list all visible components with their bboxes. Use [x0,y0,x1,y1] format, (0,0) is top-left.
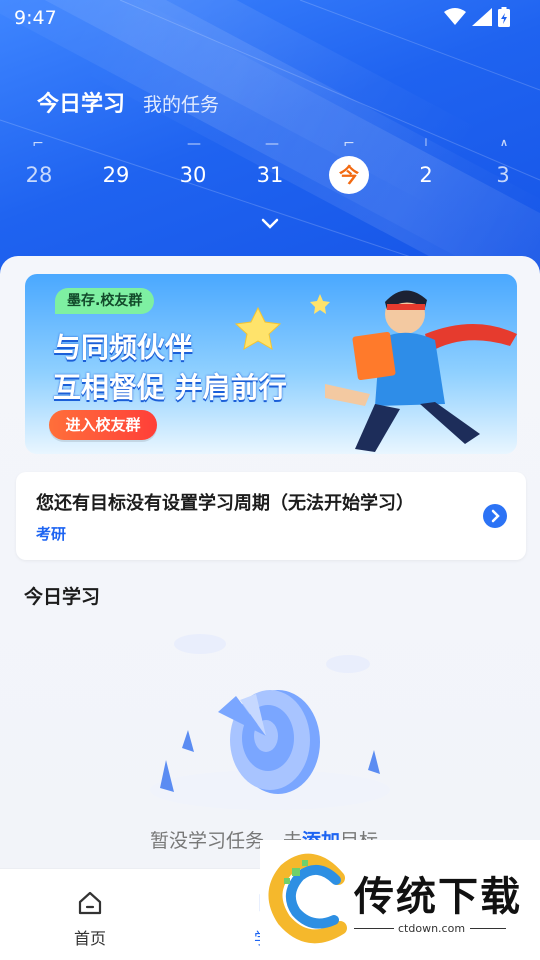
date-item[interactable]: 2 [406,156,446,194]
today-study-title: 今日学习 [24,586,101,608]
weekday-row: ⌐ — — ⌐ ⊥ ∧ [0,138,540,150]
signal-icon [472,8,492,26]
notice-title: 您还有目标没有设置学习周期（无法开始学习） [36,493,414,514]
watermark-brand: 传统下载 [354,874,522,920]
banner-headline-1: 与同频伙伴 [53,331,194,364]
watermark-divider [470,928,506,929]
join-group-button[interactable]: 进入校友群 [49,410,157,440]
weekday-decor: — [187,138,201,146]
alumni-group-banner[interactable]: 墨存.校友群 与同频伙伴 互相督促 并肩前行 进入校友群 [25,274,517,454]
date-item[interactable]: 30 [173,156,213,194]
weekday-decor: ⌐ [32,138,44,146]
banner-chip: 墨存.校友群 [55,288,155,314]
tab-today-study[interactable]: 今日学习 [37,86,125,118]
tab-my-tasks[interactable]: 我的任务 [143,90,219,117]
weekday-decor: ⌐ [343,138,355,146]
date-item[interactable]: 29 [96,156,136,194]
chevron-right-icon[interactable] [483,504,507,528]
date-item-today[interactable]: 今 [329,156,369,194]
banner-headline-2: 互相督促 并肩前行 [53,371,287,404]
status-bar: 9:47 [0,0,540,36]
date-strip: 28 29 30 31 今 2 3 [0,156,540,196]
nav-home-label: 首页 [73,929,106,948]
battery-icon [498,7,510,27]
date-item[interactable]: 28 [19,156,59,194]
target-illustration [150,634,390,810]
watermark-divider [354,928,394,929]
weekday-decor: — [265,138,279,146]
date-item[interactable]: 3 [483,156,523,194]
wifi-icon [444,8,466,25]
watermark-emblem [268,853,347,944]
date-item[interactable]: 31 [250,156,290,194]
status-time: 9:47 [14,7,57,29]
watermark-site: ctdown.com [398,922,466,935]
watermark-logo: 传统下载 ctdown.com [260,840,540,960]
header-hero [0,0,540,300]
hero-decoration [0,0,540,300]
weekday-decor: ∧ [498,138,510,146]
weekday-decor: ⊥ [419,138,433,146]
study-period-notice[interactable]: 您还有目标没有设置学习周期（无法开始学习） 考研 [16,472,526,560]
status-icons [444,7,510,27]
nav-home[interactable]: 首页 [60,889,120,949]
home-icon [78,891,102,915]
header-tabs: 今日学习 我的任务 [37,86,219,118]
notice-goal-tag: 考研 [36,525,67,543]
chevron-down-icon[interactable] [261,218,279,230]
